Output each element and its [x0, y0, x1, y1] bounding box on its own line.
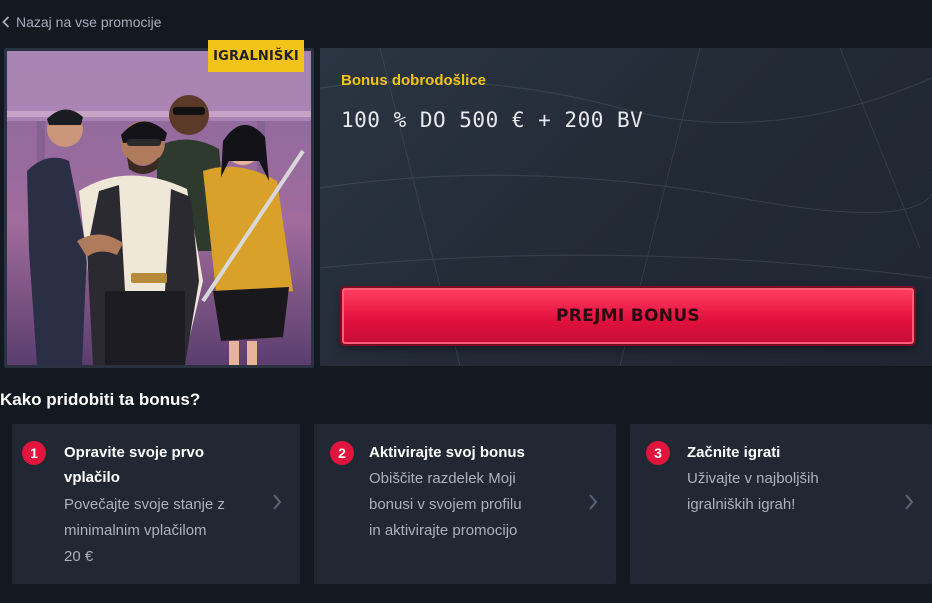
step-title: Opravite svoje prvo vplačilo — [64, 444, 205, 486]
step-card-1[interactable]: 1 Opravite svoje prvo vplačilo Povečajte… — [12, 424, 300, 584]
chevron-right-icon — [273, 494, 282, 510]
step-desc-line: minimalnim vplačilom — [64, 522, 207, 539]
back-link[interactable]: Nazaj na vse promocije — [2, 14, 162, 30]
step-title: Začnite igrati — [687, 444, 781, 461]
step-desc-line: Povečajte svoje stanje z — [64, 496, 225, 513]
step-desc-line: Uživajte v najboljših — [687, 470, 819, 487]
promo-panel: Bonus dobrodošlice 100 % DO 500 € + 200 … — [320, 48, 932, 366]
get-bonus-button[interactable]: PREJMI BONUS — [342, 288, 914, 344]
promo-subtitle: Bonus dobrodošlice — [341, 72, 487, 89]
step-card-3[interactable]: 3 Začnite igrati Uživajte v najboljših i… — [630, 424, 932, 584]
chevron-right-icon — [905, 494, 914, 510]
step-desc-line: Obiščite razdelek Moji — [369, 470, 516, 487]
step-desc-line: in aktivirajte promocijo — [369, 522, 518, 539]
casino-characters-illustration — [7, 51, 311, 365]
step-number: 3 — [646, 441, 670, 465]
step-number: 2 — [330, 441, 354, 465]
step-card-2[interactable]: 2 Aktivirajte svoj bonus Obiščite razdel… — [314, 424, 616, 584]
step-desc-line: bonusi v svojem profilu — [369, 496, 522, 513]
step-desc-line: igralniških igrah! — [687, 496, 796, 513]
category-badge: IGRALNIŠKI — [208, 40, 304, 72]
promo-title: 100 % DO 500 € + 200 BV — [341, 108, 644, 132]
chevron-right-icon — [589, 494, 598, 510]
promo-illustration — [4, 48, 314, 368]
chevron-left-icon — [2, 16, 10, 28]
step-title: Aktivirajte svoj bonus — [369, 444, 525, 461]
step-number: 1 — [22, 441, 46, 465]
steps-heading: Kako pridobiti ta bonus? — [0, 390, 201, 409]
back-link-label: Nazaj na vse promocije — [16, 14, 162, 30]
step-desc-line: 20 € — [64, 548, 94, 565]
